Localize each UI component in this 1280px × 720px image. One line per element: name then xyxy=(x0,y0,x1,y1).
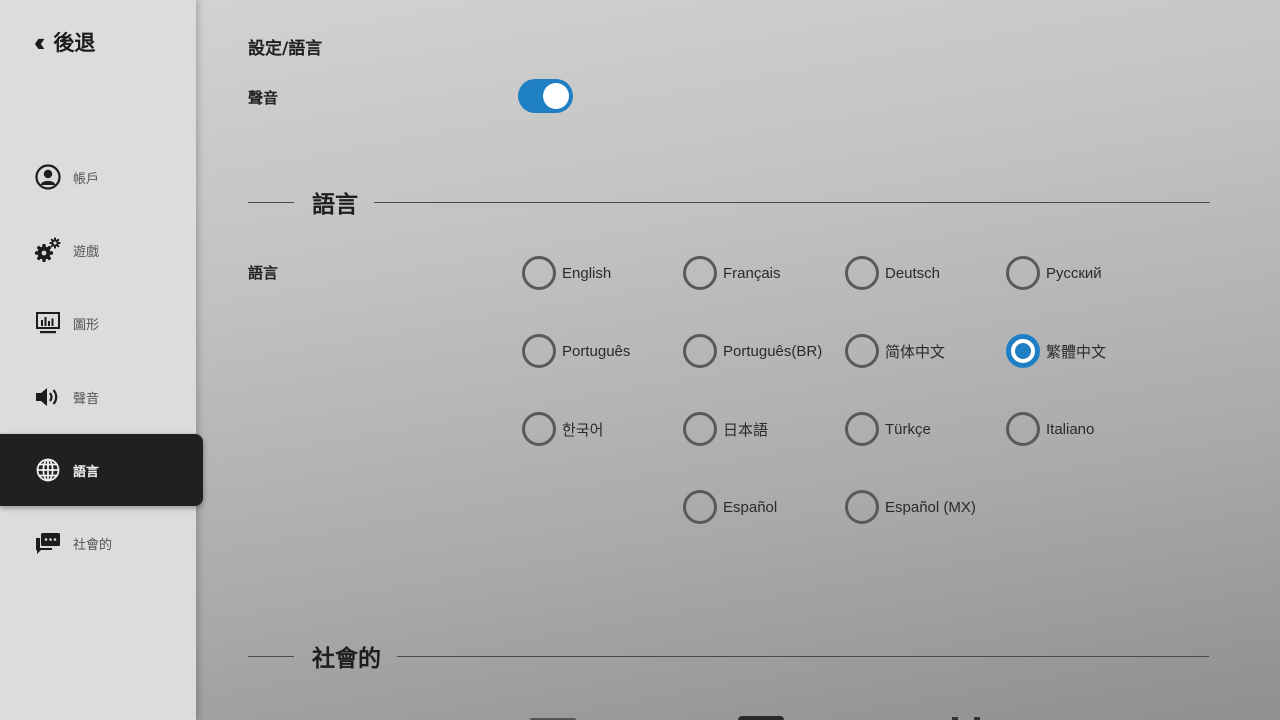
sidebar: ‹‹ 後退 帳戶 遊戲 圖形 聲音 語言 社會的 xyxy=(0,0,203,720)
option-label: Español xyxy=(723,498,778,516)
back-label: 後退 xyxy=(53,30,96,55)
radio-button[interactable] xyxy=(845,334,879,368)
sound-label: 聲音 xyxy=(248,89,279,107)
sidebar-item-social[interactable]: 社會的 xyxy=(0,507,196,579)
option-label: Deutsch xyxy=(885,264,941,282)
language-option-traditional-chinese[interactable]: 繁體中文 xyxy=(1006,334,1106,368)
globe-icon xyxy=(34,456,62,484)
radio-button[interactable] xyxy=(845,256,879,290)
option-label: Italiano xyxy=(1046,420,1095,438)
divider xyxy=(248,201,294,203)
language-option-portuguese-br[interactable]: Português(BR) xyxy=(683,334,822,368)
language-label: 語言 xyxy=(248,264,279,282)
divider xyxy=(374,201,1210,203)
language-option-french[interactable]: Français xyxy=(683,256,781,290)
option-label: 日本語 xyxy=(723,420,769,439)
language-option-portuguese[interactable]: Português xyxy=(522,334,630,368)
language-option-russian[interactable]: Русский xyxy=(1006,256,1102,290)
radio-button[interactable] xyxy=(522,412,556,446)
social-section-header: 社會的 xyxy=(248,641,1209,672)
breadcrumb: 設定/語言 xyxy=(248,39,323,59)
option-label: Türkçe xyxy=(885,420,931,438)
sidebar-item-game[interactable]: 遊戲 xyxy=(0,214,196,286)
section-title: 語言 xyxy=(312,191,358,218)
language-section-header: 語言 xyxy=(248,187,1210,218)
option-label: 简体中文 xyxy=(885,342,946,361)
sound-toggle[interactable] xyxy=(518,79,573,113)
option-label: Français xyxy=(723,264,781,282)
radio-button[interactable] xyxy=(522,256,556,290)
radio-button[interactable] xyxy=(522,334,556,368)
radio-button[interactable] xyxy=(683,490,717,524)
option-label: 한국어 xyxy=(562,420,604,439)
radio-button[interactable] xyxy=(683,256,717,290)
language-option-simplified-chinese[interactable]: 简体中文 xyxy=(845,334,945,368)
divider xyxy=(248,655,294,657)
sidebar-item-label: 社會的 xyxy=(73,537,113,553)
sidebar-item-graphics[interactable]: 圖形 xyxy=(0,287,196,359)
language-option-turkish[interactable]: Türkçe xyxy=(845,412,931,446)
gears-icon xyxy=(34,236,62,264)
sidebar-item-label: 圖形 xyxy=(73,317,100,333)
radio-button[interactable] xyxy=(683,334,717,368)
radio-button[interactable] xyxy=(1006,256,1040,290)
sidebar-item-sound[interactable]: 聲音 xyxy=(0,361,196,433)
back-button[interactable]: ‹‹ 後退 xyxy=(34,26,95,58)
option-label: Português(BR) xyxy=(723,342,823,360)
language-option-italian[interactable]: Italiano xyxy=(1006,412,1094,446)
chat-icon xyxy=(34,529,62,557)
language-option-spanish-mx[interactable]: Español (MX) xyxy=(845,490,976,524)
toggle-knob xyxy=(543,83,569,109)
radio-button[interactable] xyxy=(683,412,717,446)
option-label: Português xyxy=(562,342,631,360)
language-option-japanese[interactable]: 日本語 xyxy=(683,412,768,446)
speaker-icon xyxy=(34,383,62,411)
language-option-english[interactable]: English xyxy=(522,256,611,290)
sidebar-item-account[interactable]: 帳戶 xyxy=(0,141,196,213)
option-label: English xyxy=(562,264,612,282)
radio-button-selected[interactable] xyxy=(1006,334,1040,368)
social-icon-partial xyxy=(738,716,784,720)
sidebar-item-label: 遊戲 xyxy=(73,244,100,260)
double-chevron-left-icon: ‹‹ xyxy=(34,27,46,57)
graphics-monitor-icon xyxy=(34,309,62,337)
radio-button[interactable] xyxy=(845,412,879,446)
option-label: Русский xyxy=(1046,264,1102,282)
sidebar-item-label: 聲音 xyxy=(73,391,100,407)
settings-main: 設定/語言 聲音 語言 語言 English Français Deutsch … xyxy=(196,0,1280,720)
sidebar-item-label: 帳戶 xyxy=(73,171,100,187)
option-label: Español (MX) xyxy=(885,498,976,516)
sidebar-item-label: 語言 xyxy=(73,464,100,480)
divider xyxy=(397,655,1209,657)
language-option-german[interactable]: Deutsch xyxy=(845,256,940,290)
account-icon xyxy=(34,163,62,191)
section-title: 社會的 xyxy=(312,645,381,672)
sidebar-item-language[interactable]: 語言 xyxy=(0,434,203,506)
language-option-korean[interactable]: 한국어 xyxy=(522,412,603,446)
language-option-spanish[interactable]: Español xyxy=(683,490,777,524)
radio-button[interactable] xyxy=(845,490,879,524)
radio-button[interactable] xyxy=(1006,412,1040,446)
option-label: 繁體中文 xyxy=(1046,342,1107,361)
